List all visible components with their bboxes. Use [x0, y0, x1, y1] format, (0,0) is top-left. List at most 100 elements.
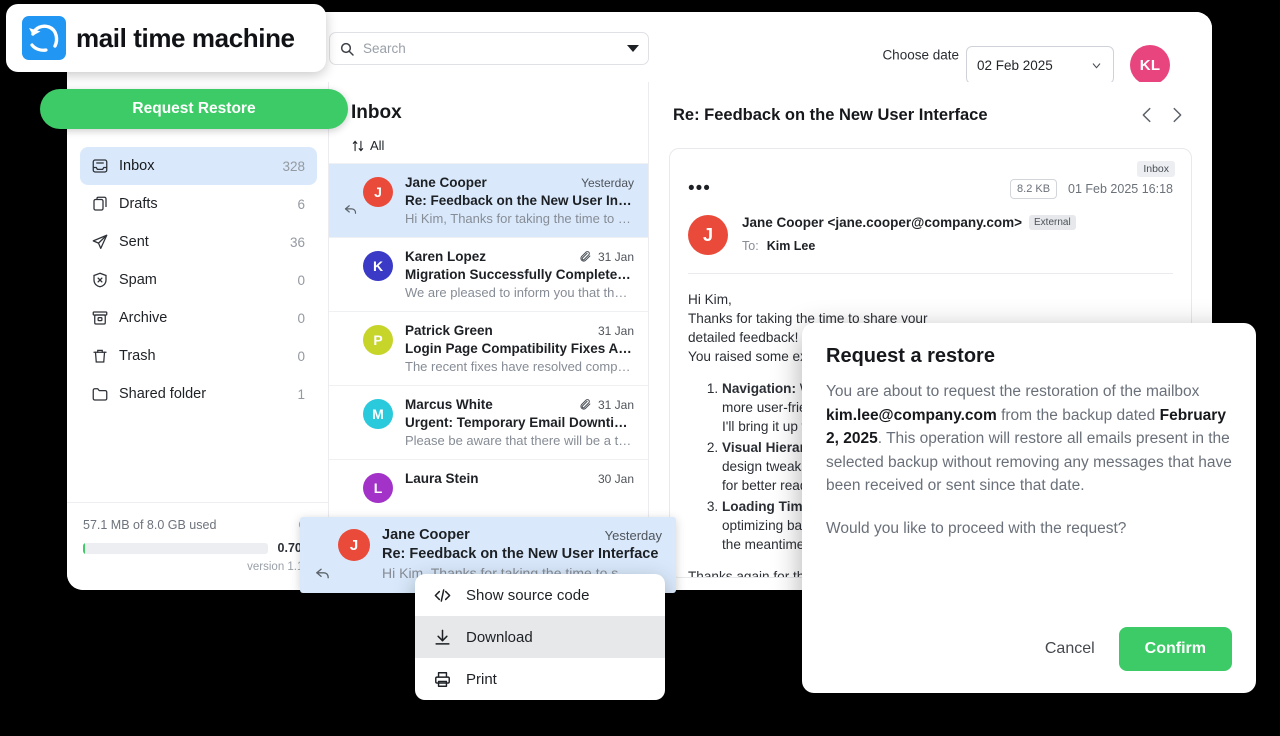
restore-arrow-logo-icon — [22, 16, 66, 60]
list-item-date: 31 Jan — [597, 397, 634, 412]
message-datetime: 01 Feb 2025 16:18 — [1068, 182, 1173, 196]
menu-item-print[interactable]: Print — [415, 658, 665, 700]
menu-item-show-source-code[interactable]: Show source code — [415, 574, 665, 616]
download-icon — [433, 628, 452, 647]
dialog-body: You are about to request the restoration… — [826, 380, 1232, 498]
message-sender: Jane Cooper <jane.cooper@company.com> — [742, 215, 1022, 230]
list-item-sender: Karen Lopez — [405, 249, 487, 264]
folder-list: Inbox 328 Drafts 6 Sent 36 Spam 0 Archiv… — [67, 147, 329, 413]
page-title: Inbox — [351, 102, 402, 123]
list-item[interactable]: K Karen Lopez 31 Jan Migration Successfu… — [329, 237, 648, 311]
avatar: J — [688, 215, 728, 255]
list-item-subject: Urgent: Temporary Email Downtime D… — [405, 415, 634, 430]
dialog-period: . — [877, 430, 883, 447]
list-item-date: 31 Jan — [597, 323, 634, 338]
avatar: L — [363, 473, 393, 503]
date-picker[interactable]: 02 Feb 2025 — [966, 46, 1114, 84]
list-item[interactable]: M Marcus White 31 Jan Urgent: Temporary … — [329, 385, 648, 459]
avatar[interactable]: KL — [1130, 45, 1170, 85]
replied-arrow-icon — [314, 565, 331, 582]
list-item-date: Yesterday — [581, 175, 634, 190]
search-box[interactable] — [329, 32, 649, 65]
inbox-icon — [91, 157, 109, 175]
sidebar-item-count: 0 — [297, 348, 305, 364]
choose-date-label: Choose date — [882, 47, 959, 63]
menu-item-label: Print — [466, 670, 497, 688]
list-item-sender: Laura Stein — [405, 471, 479, 486]
sidebar-item-sent[interactable]: Sent 36 — [80, 223, 317, 261]
list-item-sender: Marcus White — [405, 397, 493, 412]
avatar: K — [363, 251, 393, 281]
sidebar-item-inbox[interactable]: Inbox 328 — [80, 147, 317, 185]
sidebar-item-drafts[interactable]: Drafts 6 — [80, 185, 317, 223]
to-label: To: — [742, 239, 759, 253]
body-list-term: Navigation: — [722, 381, 797, 396]
app-version: version 1.1.1 — [247, 561, 313, 573]
dialog-question: Would you like to proceed with the reque… — [826, 519, 1127, 537]
dialog-line-2: from the backup dated — [1001, 406, 1156, 424]
spam-shield-icon — [91, 271, 109, 289]
screenshot-stage: Choose date 02 Feb 2025 KL Inbox — [0, 0, 1280, 736]
list-item[interactable]: P Patrick Green 31 Jan Login Page Compat… — [329, 311, 648, 385]
menu-item-download[interactable]: Download — [415, 616, 665, 658]
dialog-line-1: You are about to request the restoration… — [826, 383, 1200, 400]
archive-icon — [91, 309, 109, 327]
list-item-subject: Login Page Compatibility Fixes Applied — [405, 341, 634, 356]
more-actions-button[interactable]: ••• — [688, 179, 1010, 198]
menu-item-label: Show source code — [466, 586, 590, 604]
sidebar-item-label: Sent — [119, 234, 149, 250]
storage-panel: 57.1 MB of 8.0 GB used 0.70% version 1.1… — [67, 502, 329, 590]
message-size-badge: 8.2 KB — [1010, 179, 1058, 199]
floating-item-subject: Re: Feedback on the New User Interface — [382, 546, 659, 562]
list-item-subject: Migration Successfully Completed: E… — [405, 267, 634, 282]
avatar: M — [363, 399, 393, 429]
sidebar-item-count: 0 — [297, 272, 305, 288]
sidebar-item-shared-folder[interactable]: Shared folder 1 — [80, 375, 317, 413]
list-item-date: 31 Jan — [597, 249, 634, 264]
code-brackets-icon — [433, 586, 452, 605]
cancel-button[interactable]: Cancel — [1039, 632, 1101, 666]
folder-icon — [91, 385, 109, 403]
request-restore-button[interactable]: Request Restore — [40, 89, 348, 129]
printer-icon — [433, 670, 452, 689]
request-restore-dialog: Request a restore You are about to reque… — [802, 323, 1256, 693]
search-input[interactable] — [363, 41, 621, 56]
chevron-left-icon[interactable] — [1136, 104, 1158, 126]
dialog-mailbox: kim.lee@company.com — [826, 406, 997, 424]
attachment-paperclip-icon — [579, 250, 592, 263]
confirm-button[interactable]: Confirm — [1118, 627, 1232, 671]
caret-down-icon[interactable] — [627, 45, 639, 52]
context-menu: Show source code Download Print — [415, 574, 665, 700]
brand-name: mail time machine — [76, 22, 295, 53]
sort-control[interactable]: All — [329, 124, 648, 163]
status-badge: Inbox — [1137, 161, 1175, 177]
avatar: P — [363, 325, 393, 355]
sidebar-item-trash[interactable]: Trash 0 — [80, 337, 317, 375]
sidebar: Inbox 328 Drafts 6 Sent 36 Spam 0 Archiv… — [67, 82, 329, 590]
floating-item-date: Yesterday — [604, 527, 662, 543]
sidebar-item-label: Trash — [119, 348, 156, 364]
external-badge: External — [1029, 215, 1076, 230]
floating-item-sender: Jane Cooper — [382, 527, 470, 543]
list-item[interactable]: L Laura Stein 30 Jan — [329, 459, 648, 514]
sort-label: All — [370, 138, 385, 153]
menu-item-label: Download — [466, 628, 533, 646]
sidebar-item-archive[interactable]: Archive 0 — [80, 299, 317, 337]
storage-usage-text: 57.1 MB of 8.0 GB used — [83, 517, 217, 532]
list-item-subject: Re: Feedback on the New User Interface — [405, 193, 634, 208]
date-picker-value: 02 Feb 2025 — [977, 57, 1053, 73]
search-icon — [339, 41, 355, 57]
list-item[interactable]: J Jane Cooper Yesterday Re: Feedback on … — [329, 163, 648, 237]
list-item-sender: Patrick Green — [405, 323, 493, 338]
sidebar-item-label: Spam — [119, 272, 157, 288]
sidebar-item-spam[interactable]: Spam 0 — [80, 261, 317, 299]
to-value: Kim Lee — [766, 239, 816, 253]
sent-paper-plane-icon — [91, 233, 109, 251]
list-item-preview: Please be aware that there will be a te… — [405, 433, 634, 448]
sidebar-item-label: Inbox — [119, 158, 155, 174]
attachment-paperclip-icon — [579, 398, 592, 411]
sidebar-item-count: 0 — [297, 310, 305, 326]
sidebar-item-count: 6 — [297, 196, 305, 212]
chevron-right-icon[interactable] — [1166, 104, 1188, 126]
list-item-preview: Hi Kim, Thanks for taking the time to s… — [405, 211, 634, 226]
